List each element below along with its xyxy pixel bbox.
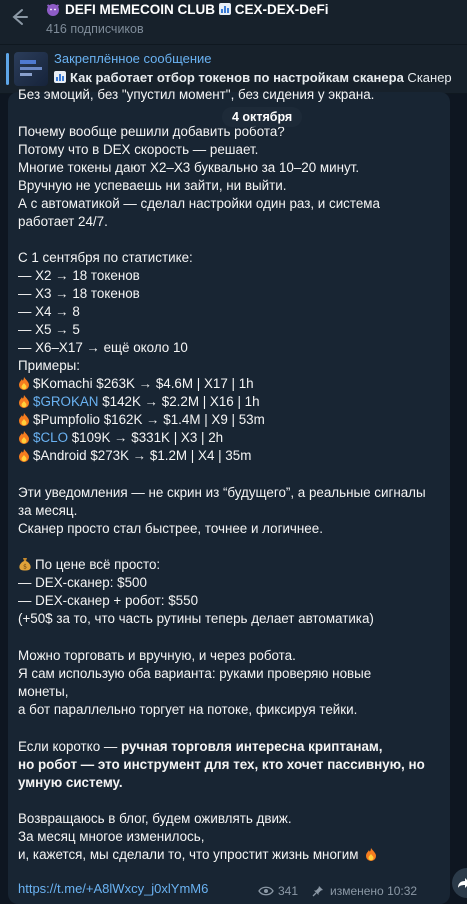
message-line: Сканер просто стал быстрее, точнее и лог…: [18, 521, 323, 536]
purple-devil-emoji-icon: [46, 4, 60, 16]
invite-link[interactable]: https://t.me/+A8lWxcy_j0xlYmM6: [18, 881, 208, 896]
example-text: $Pumpfolio $162K → $1.4M | X9 | 53m: [33, 412, 265, 427]
fire-emoji-icon: [19, 413, 29, 426]
message-line: умную систему.: [18, 775, 123, 790]
message-line: — DEX-сканер + робот: $550: [18, 593, 199, 608]
pin-icon: [312, 886, 323, 897]
money-bag-emoji-icon: $: [19, 558, 31, 571]
message-line: а бот параллельно торгует на потоке, фик…: [18, 702, 358, 717]
message-plain: Если коротко —: [18, 739, 121, 754]
message-line: За месяц многое изменилось,: [18, 829, 205, 844]
message-text-last: и, кажется, мы сделали то, что упростит …: [18, 847, 359, 862]
message-line: и, кажется, мы сделали то, что упростит …: [18, 847, 380, 862]
fire-emoji-icon: [19, 431, 29, 444]
message-line: Возвращаюсь в блог, будем оживлять движ.: [18, 811, 292, 826]
price-heading-text: По цене всё просто:: [35, 557, 161, 572]
example-line: $Komachi $263K → $4.6M | X17 | 1h: [18, 376, 254, 391]
fire-emoji-icon: [19, 395, 29, 408]
message-line: Многие токены дают X2–X3 буквально за 10…: [18, 160, 360, 175]
message-line: но робот — это инструмент для тех, кто х…: [18, 757, 425, 772]
message-line: (+50$ за то, что часть рутины теперь дел…: [18, 611, 374, 626]
price-heading: $ По цене всё просто:: [18, 557, 160, 572]
message-line: Вручную не успеваешь ни зайти, ни выйти.: [18, 178, 287, 193]
example-text: $142K → $2.2M | X16 | 1h: [98, 394, 260, 409]
subscriber-count: 416 подписчиков: [46, 22, 144, 36]
eye-icon: [258, 886, 274, 896]
message-line: Без эмоций, без "упустил момент", без си…: [18, 87, 375, 102]
svg-text:$: $: [23, 564, 27, 571]
example-line: $GROKAN $142K → $2.2M | X16 | 1h: [18, 394, 260, 409]
pinned-preview-bold: Как работает отбор токенов по настройкам…: [70, 70, 404, 85]
message-line: — X6–X17 → ещё около 10: [18, 340, 188, 355]
channel-title[interactable]: DEFI MEMECOIN CLUB CEX-DEX-DeFi: [46, 2, 329, 17]
message-line: монеты,: [18, 684, 69, 699]
pinned-preview: Как работает отбор токенов по настройкам…: [54, 70, 464, 85]
fire-emoji-icon: [19, 449, 29, 462]
pinned-label: Закреплённое сообщение: [54, 51, 212, 66]
bar-chart-emoji-icon: [218, 3, 231, 15]
message-line: Примеры:: [18, 358, 80, 373]
back-arrow-icon[interactable]: [6, 6, 32, 32]
view-count: 341: [258, 884, 298, 898]
message-line: работает 24/7.: [18, 214, 108, 229]
message-line: Можно торговать и вручную, и через робот…: [18, 648, 296, 663]
message-line: за месяц.: [18, 503, 78, 518]
message-line: Эти уведомления — не скрин из “будущего”…: [18, 485, 426, 500]
example-line: $Android $273K → $1.2M | X4 | 35m: [18, 448, 251, 463]
pinned-preview-rest: Сканер: [403, 70, 452, 85]
share-button[interactable]: [452, 868, 467, 898]
example-text: $109K → $331K | X3 | 2h: [67, 430, 224, 445]
message-line: — X4 → 8: [18, 304, 80, 319]
cashtag-link[interactable]: $GROKAN: [33, 394, 98, 409]
message-bold: ручная торговля интересна криптанам,: [120, 739, 383, 754]
example-line: $Pumpfolio $162K → $1.4M | X9 | 53m: [18, 412, 265, 427]
pinned-indicator: [6, 53, 9, 85]
fire-emoji-icon: [366, 848, 377, 861]
example-line: $CLO $109K → $331K | X3 | 2h: [18, 430, 223, 445]
message-line: — X5 → 5: [18, 322, 80, 337]
pinned-thumbnail: [14, 52, 48, 86]
channel-name: DEFI MEMECOIN CLUB: [65, 2, 215, 17]
message-line: — X3 → 18 токенов: [18, 286, 140, 301]
view-count-value: 341: [278, 884, 299, 898]
bar-chart-emoji-icon: [54, 71, 66, 83]
date-separator: 4 октября: [222, 107, 303, 127]
message-line: — X2 → 18 токенов: [18, 268, 140, 283]
edited-timestamp: изменено 10:32: [312, 884, 417, 898]
edited-text: изменено 10:32: [330, 884, 418, 898]
message-line: А с автоматикой — сделал настройки один …: [18, 196, 380, 211]
cashtag-link[interactable]: $CLO: [33, 430, 68, 445]
message-line: С 1 сентября по статистике:: [18, 250, 193, 265]
message-line: Если коротко — ручная торговля интересна…: [18, 739, 383, 754]
channel-name-suffix: CEX-DEX-DeFi: [234, 2, 329, 17]
message-line: Потому что в DEX скорость — решает.: [18, 142, 259, 157]
channel-header: DEFI MEMECOIN CLUB CEX-DEX-DeFi 416 подп…: [0, 0, 467, 44]
fire-emoji-icon: [19, 377, 29, 390]
example-text: $Komachi $263K → $4.6M | X17 | 1h: [33, 376, 254, 391]
message-line: Я сам использую оба варианта: руками про…: [18, 666, 372, 681]
example-text: $Android $273K → $1.2M | X4 | 35m: [33, 448, 252, 463]
message-line: — DEX-сканер: $500: [18, 575, 147, 590]
share-icon: [458, 878, 467, 888]
